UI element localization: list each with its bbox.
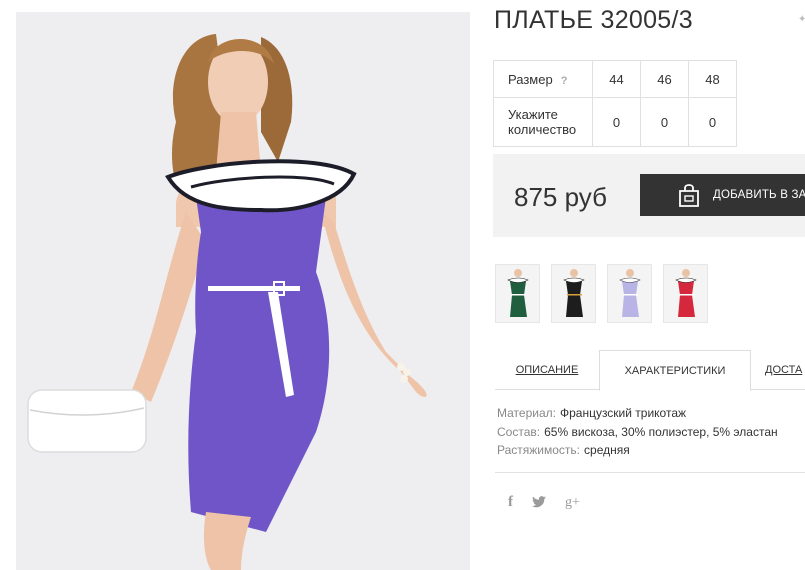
- thumbnail-red[interactable]: [663, 264, 708, 323]
- thumbnail-lavender[interactable]: [607, 264, 652, 323]
- dress-thumbnail-green-icon: [507, 269, 529, 317]
- help-icon[interactable]: ?: [561, 75, 568, 87]
- thumbnail-green[interactable]: [495, 264, 540, 323]
- thumbnail-black[interactable]: [551, 264, 596, 323]
- dress-thumbnail-lavender-icon: [619, 269, 641, 317]
- size-48: 48: [688, 60, 737, 98]
- add-to-cart-label: ДОБАВИТЬ В ЗАК: [713, 189, 805, 201]
- social-share: f g+: [508, 494, 580, 511]
- tab-description[interactable]: ОПИСАНИЕ: [495, 350, 599, 390]
- characteristics-list: Материал: Французский трикотаж Состав: 65%…: [497, 404, 778, 460]
- size-row: Размер? 44 46 48: [493, 60, 737, 98]
- googleplus-icon[interactable]: g+: [565, 495, 580, 511]
- shopping-bag-icon: [679, 184, 699, 207]
- quantity-input-44[interactable]: 0: [592, 97, 641, 147]
- product-price: 875 руб: [514, 182, 607, 212]
- size-quantity-table: Размер? 44 46 48 Укажите количество 0 0 …: [493, 60, 737, 147]
- tab-delivery[interactable]: ДОСТА: [765, 350, 805, 390]
- product-tabs: ОПИСАНИЕ ХАРАКТЕРИСТИКИ ДОСТА: [495, 350, 805, 391]
- prop-stretch-key: Растяжимость:: [497, 443, 581, 457]
- model-in-purple-dress-illustration: [16, 12, 470, 570]
- product-title: ПЛАТЬЕ 32005/3: [494, 6, 693, 34]
- facebook-icon[interactable]: f: [508, 494, 513, 511]
- quantity-label-line1: Укажите: [508, 107, 558, 122]
- prop-stretch-value: средняя: [584, 443, 630, 457]
- dress-thumbnail-red-icon: [675, 269, 697, 317]
- prop-composition: Состав: 65% вискоза, 30% полиэстер, 5% эл…: [497, 423, 778, 442]
- quantity-label-line2: количество: [508, 122, 577, 137]
- color-thumbnails: [495, 264, 708, 323]
- favorite-icon[interactable]: ✦: [798, 14, 805, 25]
- divider: [495, 472, 805, 473]
- product-main-image[interactable]: [16, 12, 470, 570]
- size-label-cell: Размер?: [493, 60, 593, 98]
- prop-material-key: Материал:: [497, 406, 556, 420]
- twitter-icon[interactable]: [532, 495, 546, 511]
- quantity-label: Укажите количество: [493, 97, 593, 147]
- quantity-row: Укажите количество 0 0 0: [493, 97, 737, 147]
- size-label: Размер: [508, 71, 553, 87]
- prop-stretch: Растяжимость: средняя: [497, 441, 778, 460]
- prop-composition-value: 65% вискоза, 30% полиэстер, 5% эластан: [544, 424, 778, 439]
- size-46: 46: [640, 60, 689, 98]
- prop-material-value: Французский трикотаж: [559, 406, 687, 420]
- price-block: 875 руб ДОБАВИТЬ В ЗАК: [493, 154, 805, 237]
- add-to-cart-button[interactable]: ДОБАВИТЬ В ЗАК: [640, 174, 805, 216]
- dress-thumbnail-black-icon: [563, 269, 585, 317]
- tab-characteristics[interactable]: ХАРАКТЕРИСТИКИ: [599, 350, 751, 391]
- prop-material: Материал: Французский трикотаж: [497, 404, 778, 423]
- quantity-input-48[interactable]: 0: [688, 97, 737, 147]
- prop-composition-key: Состав:: [497, 424, 541, 439]
- quantity-input-46[interactable]: 0: [640, 97, 689, 147]
- size-44: 44: [592, 60, 641, 98]
